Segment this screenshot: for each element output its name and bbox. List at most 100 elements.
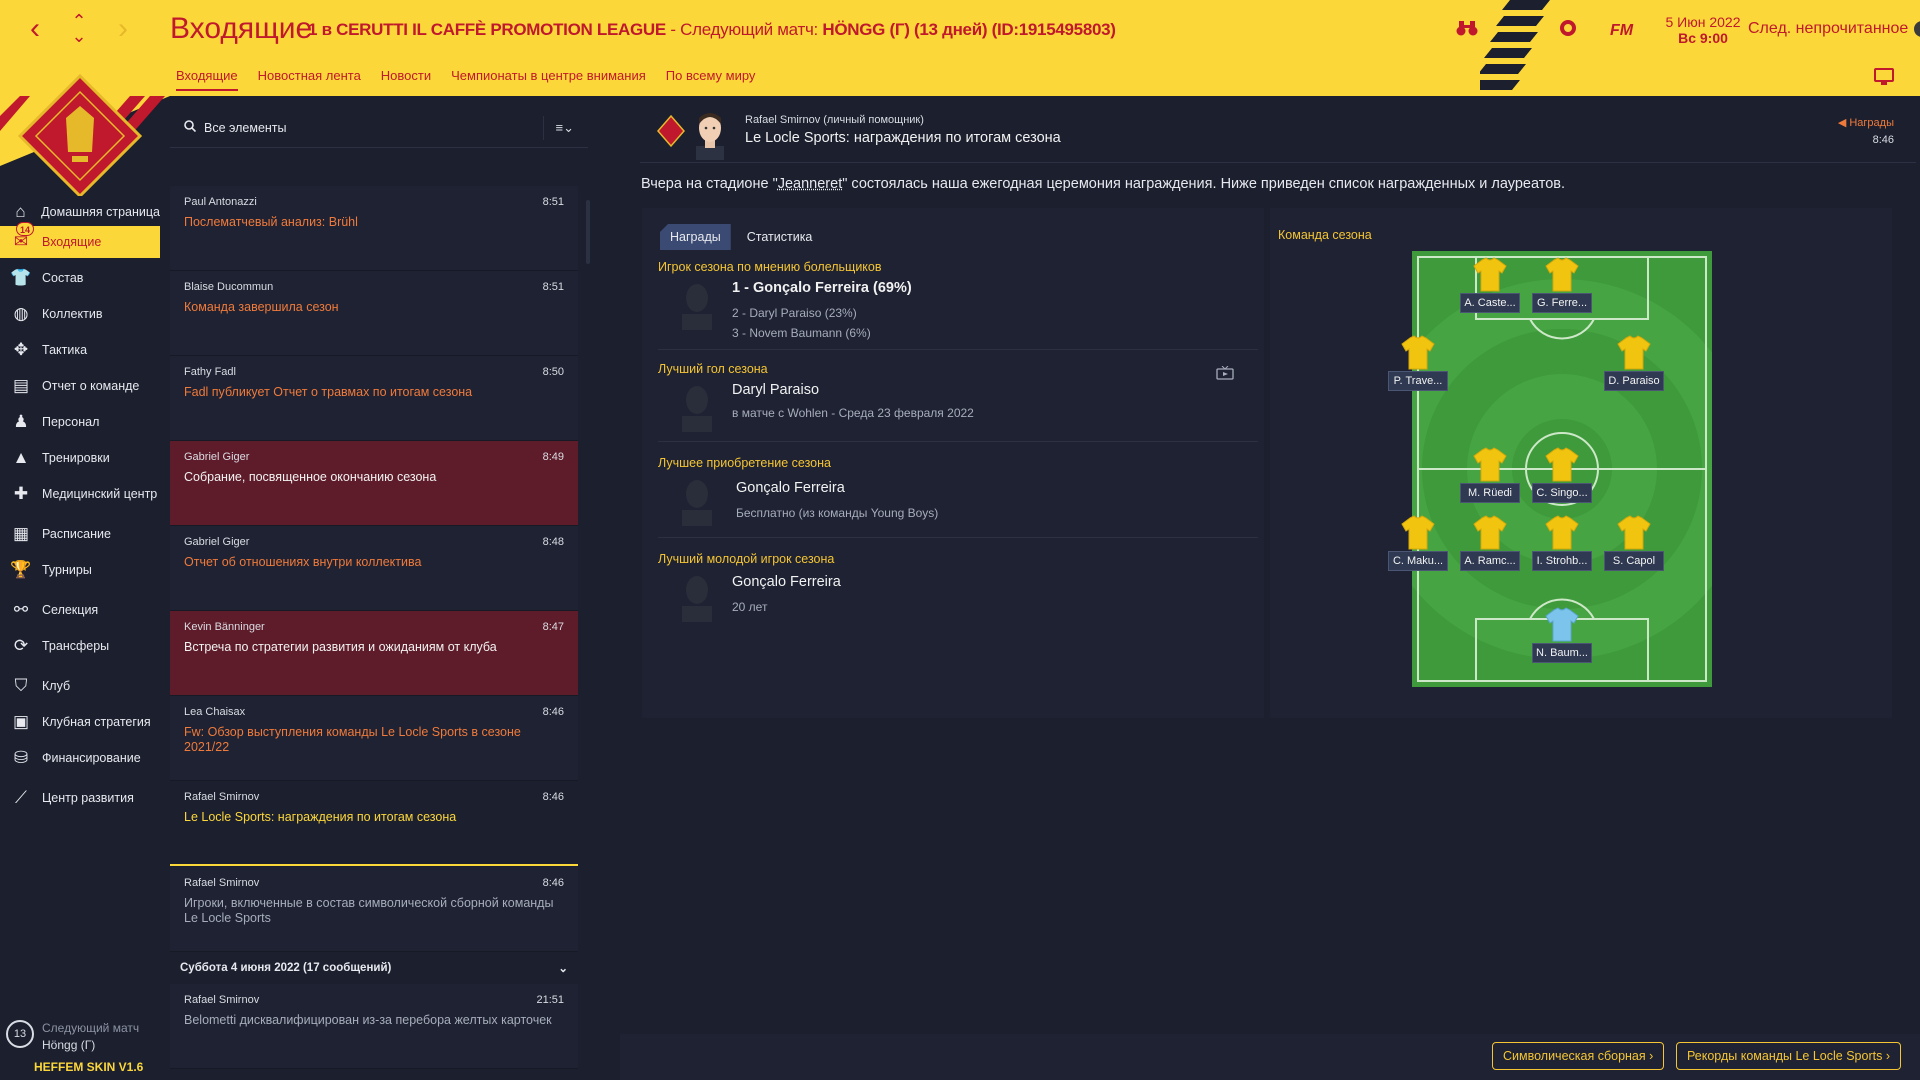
player-name: I. Strohb... [1532,551,1592,571]
message-item[interactable]: Rafael Smirnov 21:51 Belometti дисквалиф… [170,984,578,1069]
player-marker[interactable]: A. Ramc... [1460,515,1520,585]
message-item[interactable]: Fathy Fadl 8:50 Fadl публикует Отчет о т… [170,356,578,441]
sidebar-item-inbox[interactable]: ✉ 14 Входящие [0,226,160,258]
player-name: N. Baum... [1532,643,1592,663]
video-icon[interactable] [1216,366,1234,383]
skin-version: HEFFEM SKIN V1.6 [34,1060,143,1074]
club-crest-icon[interactable] [656,114,686,148]
club-logo[interactable] [0,66,170,196]
stadium-link[interactable]: Jeanneret [778,176,843,192]
message-item[interactable]: Gabriel Giger 8:48 Отчет об отношениях в… [170,526,578,611]
tab-inbox[interactable]: Входящие [176,68,238,91]
message-item[interactable]: Paul Antonazzi 8:51 Послематчевый анализ… [170,186,578,271]
award-detail[interactable]: в матче с Wohlen - Среда 23 февраля 2022 [732,406,974,420]
home-icon: ⌂ [0,202,41,222]
message-view: Rafael Smirnov (личный помощник) Le Locl… [620,96,1920,1080]
sidebar-item-squad[interactable]: 👕 Состав [0,262,160,294]
player-marker[interactable]: N. Baum... [1532,607,1592,677]
player-marker[interactable]: S. Capol [1604,515,1664,585]
sidebar-item-staff[interactable]: ♟ Персонал [0,406,160,438]
shirt-icon [1400,515,1436,551]
award-runner-up[interactable]: 2 - Daryl Paraiso (23%) [732,306,857,320]
player-marker[interactable]: G. Ferre... [1532,257,1592,327]
sidebar-item-development-centre[interactable]: ⟋ Центр развития [0,782,160,814]
best-xi-button[interactable]: Символическая сборная › [1492,1042,1664,1070]
assistant-avatar[interactable] [690,108,730,160]
sidebar-item-medical[interactable]: ✚ Медицинский центр [0,478,160,510]
club-records-button[interactable]: Рекорды команды Le Locle Sports › [1676,1042,1901,1070]
sidebar-item-tactics[interactable]: ✥ Тактика [0,334,160,366]
message-subject: Отчет об отношениях внутри коллектива [184,555,564,570]
award-third[interactable]: 3 - Novem Baumann (6%) [732,326,871,340]
player-marker[interactable]: A. Caste... [1460,257,1520,327]
current-date: 5 Июн 2022 [1662,14,1744,30]
player-marker[interactable]: D. Paraiso [1604,335,1664,405]
message-item[interactable]: Rafael Smirnov 8:46 Игроки, включенные в… [170,867,578,952]
player-name: C. Singo... [1532,483,1592,503]
awards-panel: Награды Статистика Игрок сезона по мнени… [642,208,1264,718]
sidebar-item-finances[interactable]: ⛁ Финансирование [0,742,160,774]
player-silhouette[interactable] [678,572,716,622]
shirt-icon [1472,447,1508,483]
tab-news-feed[interactable]: Новостная лента [258,68,361,91]
next-match-widget[interactable]: 13 Следующий матч Höngg (Г) [6,1020,139,1054]
league-position[interactable]: 1 в CERUTTI IL CAFFÈ PROMOTION LEAGUE [308,20,666,39]
day-group-header[interactable]: Суббота 4 июня 2022 (17 сообщений) ⌄ [170,952,578,984]
player-silhouette[interactable] [678,382,716,432]
next-match-link[interactable]: HÖNGG (Г) (13 дней) (ID:1915495803) [822,20,1115,39]
award-winner[interactable]: Gonçalo Ferreira [736,480,845,496]
message-sender[interactable]: Rafael Smirnov (личный помощник) [745,114,924,126]
up-down-arrows-icon[interactable]: ⌃ ⌄ [66,14,92,44]
player-silhouette[interactable] [678,280,716,330]
message-sender: Gabriel Giger [184,451,249,463]
development-icon: ⟋ [0,788,42,808]
message-item[interactable]: Lea Chaisax 8:46 Fw: Обзор выступления к… [170,696,578,781]
tab-awards[interactable]: Награды [660,224,731,250]
tag-icon: ◀ [1838,117,1850,129]
award-winner[interactable]: Daryl Paraiso [732,382,819,398]
forward-arrow-icon[interactable]: › [110,14,136,44]
sidebar-item-club-vision[interactable]: ▣ Клубная стратегия [0,706,160,738]
tab-competitions-spotlight[interactable]: Чемпионаты в центре внимания [451,68,646,91]
message-item[interactable]: Blaise Ducommun 8:51 Команда завершила с… [170,271,578,356]
award-detail[interactable]: Бесплатно (из команды Young Boys) [736,506,938,520]
scrollbar[interactable] [586,200,590,264]
next-unread-button[interactable]: След. непрочитанное › [1748,20,1920,38]
sidebar-item-competitions[interactable]: 🏆 Турниры [0,554,160,586]
list-options-icon[interactable]: ≡⌄ [556,120,574,136]
tab-news[interactable]: Новости [381,68,431,91]
player-marker[interactable]: P. Trave... [1388,335,1448,405]
fm-logo[interactable]: FM [1610,22,1633,40]
shirt-icon [1616,515,1652,551]
tab-statistics[interactable]: Статистика [737,224,823,250]
sidebar-item-scouting[interactable]: ⚯ Селекция [0,594,160,626]
binoculars-icon[interactable] [1456,18,1478,44]
sidebar-item-club[interactable]: ⛉ Клуб [0,670,160,702]
report-icon: ▤ [0,376,42,396]
shirt-icon [1544,515,1580,551]
player-silhouette[interactable] [678,476,716,526]
sidebar-item-dynamics[interactable]: ◍ Коллектив [0,298,160,330]
sidebar-item-training[interactable]: ▲ Тренировки [0,442,160,474]
player-marker[interactable]: I. Strohb... [1532,515,1592,585]
tab-around-the-world[interactable]: По всему миру [666,68,756,91]
club-crest-icon[interactable] [1558,18,1578,44]
back-arrow-icon[interactable]: ‹ [22,14,48,44]
medical-icon: ✚ [0,484,42,504]
player-marker[interactable]: M. Rüedi [1460,447,1520,517]
message-item-selected[interactable]: Rafael Smirnov 8:46 Le Locle Sports: наг… [170,781,578,866]
sidebar-item-schedule[interactable]: ▦ Расписание [0,518,160,550]
award-winner[interactable]: 1 - Gonçalo Ferreira (69%) [732,280,912,296]
award-winner[interactable]: Gonçalo Ferreira [732,574,841,590]
message-subject: Команда завершила сезон [184,300,564,315]
monitor-icon[interactable] [1874,68,1894,91]
sidebar-item-transfers[interactable]: ⟳ Трансферы [0,630,160,662]
message-category[interactable]: ◀ Награды [1838,116,1894,129]
message-item[interactable]: Kevin Bänninger 8:47 Встреча по стратеги… [170,611,578,696]
player-marker[interactable]: C. Maku... [1388,515,1448,585]
sidebar-item-team-report[interactable]: ▤ Отчет о команде [0,370,160,402]
player-marker[interactable]: C. Singo... [1532,447,1592,517]
message-item[interactable]: Gabriel Giger 8:49 Собрание, посвященное… [170,441,578,526]
date-display[interactable]: 5 Июн 2022 Вс 9:00 [1662,14,1744,46]
search-bar[interactable]: Все элементы ≡⌄ [170,108,588,148]
